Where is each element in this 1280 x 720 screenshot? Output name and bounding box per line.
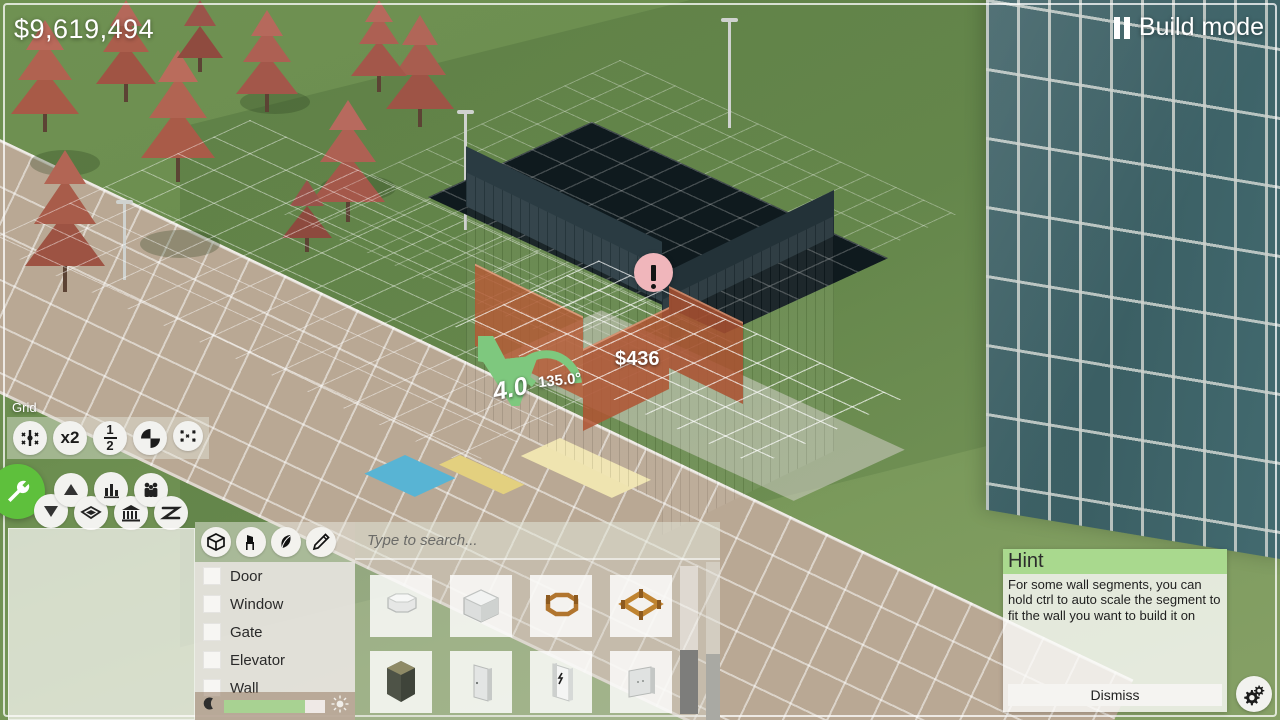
build-mode-label: Build mode	[1138, 13, 1264, 41]
item-grid-scrollbar[interactable]	[680, 566, 698, 714]
item-solid-block[interactable]	[361, 644, 441, 720]
sun-icon	[331, 695, 349, 718]
category-row-elevator[interactable]: Elevator	[195, 646, 355, 674]
grid-snap-large-icon[interactable]	[173, 421, 203, 451]
grid-label: Grid	[12, 400, 37, 415]
category-row-window[interactable]: Window	[195, 590, 355, 618]
category-label: Window	[230, 595, 284, 613]
street-lamp	[116, 200, 133, 280]
item-octagon-fence-wood[interactable]	[521, 568, 601, 644]
grid-quarter-icon[interactable]	[133, 421, 167, 455]
hint-title: Hint	[1008, 550, 1044, 572]
category-row-door[interactable]: Door	[195, 562, 355, 590]
money-display: $9,619,494	[14, 14, 155, 44]
item-grid-container[interactable]	[355, 560, 720, 720]
category-checkbox[interactable]	[203, 595, 221, 613]
hint-header: Hint	[1003, 549, 1227, 574]
item-grid-scrollbar-thumb[interactable]	[680, 650, 698, 714]
grid-controls: Grid x2 1 2	[7, 400, 209, 459]
build-panel: Door Window Gate Elevator Wall	[195, 522, 720, 720]
build-mode-indicator[interactable]: Build mode	[1113, 13, 1264, 42]
exclamation-icon[interactable]	[634, 253, 673, 292]
dismiss-button[interactable]: Dismiss	[1008, 684, 1222, 706]
grid-half-button[interactable]: 1 2	[93, 421, 127, 455]
item-box-room-white[interactable]	[441, 568, 521, 644]
item-octagon-wall-white[interactable]	[361, 568, 441, 644]
hint-body: For some wall segments, you can hold ctr…	[1008, 577, 1221, 623]
category-label: Gate	[230, 623, 263, 641]
search-bar[interactable]	[355, 522, 720, 560]
measurement-cost-label: $436	[615, 348, 660, 370]
item-wall-panel[interactable]	[601, 644, 681, 720]
item-square-fence-wood[interactable]	[601, 568, 681, 644]
tab-furniture[interactable]	[236, 527, 266, 557]
grid-snap-small-icon[interactable]	[13, 421, 47, 455]
category-label: Door	[230, 567, 263, 585]
gears-icon[interactable]	[1236, 676, 1272, 712]
pause-icon	[1113, 16, 1130, 39]
left-info-panel	[8, 528, 195, 720]
time-of-day-slider[interactable]	[195, 692, 355, 720]
item-door-plain[interactable]	[441, 644, 521, 720]
building-under-construction[interactable]	[428, 121, 905, 535]
category-row-gate[interactable]: Gate	[195, 618, 355, 646]
speed-button[interactable]	[154, 496, 188, 530]
time-slider-fill	[224, 699, 305, 713]
grid-half-denominator: 2	[106, 437, 114, 453]
item-doorway-open[interactable]	[521, 644, 601, 720]
tab-structure[interactable]	[201, 527, 231, 557]
category-checkbox[interactable]	[203, 623, 221, 641]
tab-decoration[interactable]	[271, 527, 301, 557]
time-slider-track[interactable]	[224, 699, 325, 713]
moon-icon	[201, 695, 218, 717]
grid-double-button[interactable]: x2	[53, 421, 87, 455]
build-category-tabs	[195, 522, 355, 562]
category-checkbox[interactable]	[203, 651, 221, 669]
hint-panel: Hint For some wall segments, you can hol…	[1003, 549, 1227, 712]
street-lamp-3	[721, 18, 738, 128]
search-input[interactable]	[367, 531, 706, 549]
category-label: Elevator	[230, 651, 286, 669]
glass-tower	[986, 0, 1280, 560]
tool-ring	[30, 470, 200, 530]
category-checkbox[interactable]	[203, 567, 221, 585]
tab-paint[interactable]	[306, 527, 336, 557]
grid-half-numerator: 1	[106, 421, 114, 437]
